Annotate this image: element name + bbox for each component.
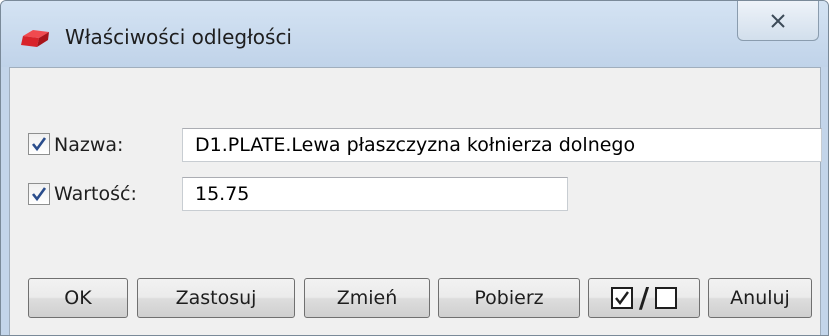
properties-dialog: Właściwości odległości Nazwa: D1.PLATE.L… [0, 0, 829, 336]
name-checkbox[interactable] [28, 133, 50, 155]
checked-box-icon [610, 287, 633, 309]
get-button[interactable]: Pobierz [438, 278, 580, 318]
value-label: Wartość: [54, 183, 137, 205]
dialog-body: Nazwa: D1.PLATE.Lewa płaszczyzna kołnier… [9, 67, 822, 335]
close-button[interactable] [737, 1, 819, 41]
ok-button[interactable]: OK [28, 278, 128, 318]
check-uncheck-toggle-icon: / [610, 281, 678, 314]
dialog-title: Właściwości odległości [65, 25, 292, 49]
close-icon [771, 13, 785, 28]
unchecked-box-icon [655, 287, 678, 309]
toggle-all-checkboxes-button[interactable]: / [588, 278, 700, 318]
name-field[interactable]: D1.PLATE.Lewa płaszczyzna kołnierza doln… [182, 128, 822, 162]
checkmark-icon [31, 187, 47, 202]
slash-icon: / [638, 281, 650, 314]
checkmark-icon [31, 137, 47, 152]
apply-button[interactable]: Zastosuj [137, 278, 295, 318]
value-checkbox[interactable] [28, 183, 50, 205]
modify-button[interactable]: Zmień [304, 278, 430, 318]
cancel-button[interactable]: Anuluj [708, 278, 812, 318]
name-label: Nazwa: [54, 134, 124, 156]
red-box-icon [21, 30, 49, 47]
title-bar[interactable]: Właściwości odległości [1, 1, 828, 67]
value-field[interactable]: 15.75 [182, 177, 568, 211]
